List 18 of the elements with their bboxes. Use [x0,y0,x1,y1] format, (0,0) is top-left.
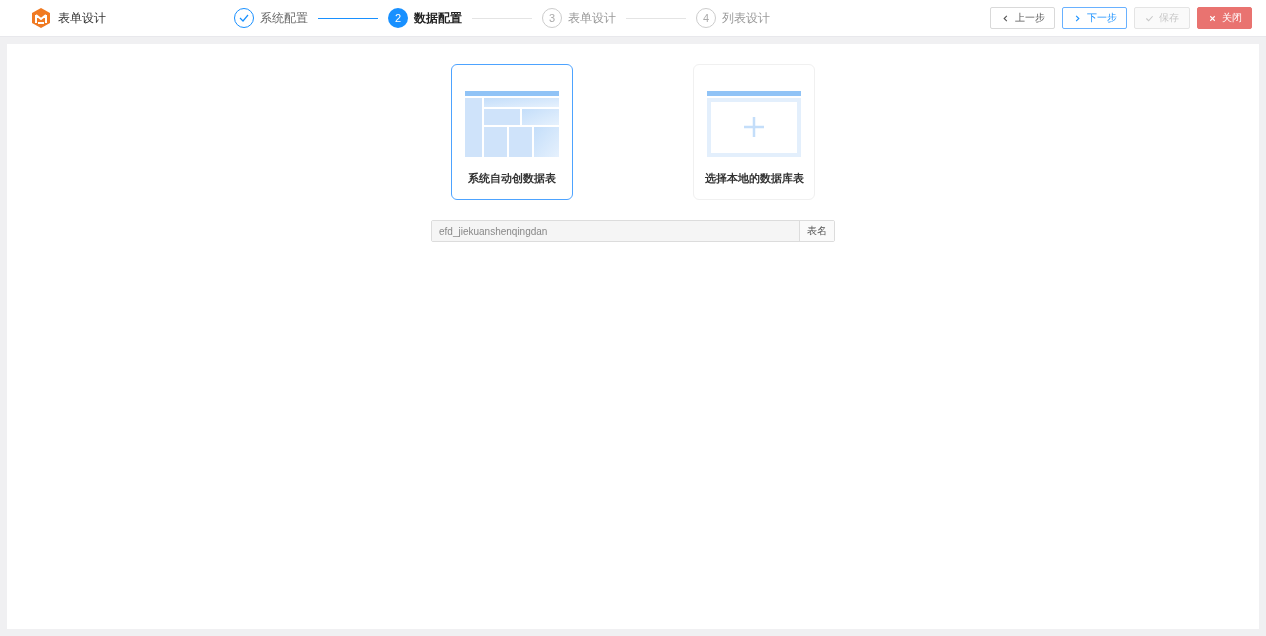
table-layout-icon [465,91,559,157]
step-label: 列表设计 [722,9,770,27]
field-addon: 表名 [799,221,834,241]
option-card[interactable]: 系统自动创数据表 [451,64,573,200]
step-label: 表单设计 [568,9,616,27]
step-label: 数据配置 [414,9,462,27]
app-title: 表单设计 [58,9,106,27]
add-window-icon [707,91,801,157]
option-label: 选择本地的数据库表 [704,171,804,186]
chevron-left-icon [1000,13,1010,23]
step-indicator: 2 [388,8,408,28]
prev-button[interactable]: 上一步 [990,7,1055,29]
step-label: 系统配置 [260,9,308,27]
close-icon [1207,13,1217,23]
logo-icon [31,7,51,29]
option-label: 系统自动创数据表 [468,171,556,186]
option-card[interactable]: 选择本地的数据库表 [693,64,815,200]
check-icon [1145,13,1154,23]
